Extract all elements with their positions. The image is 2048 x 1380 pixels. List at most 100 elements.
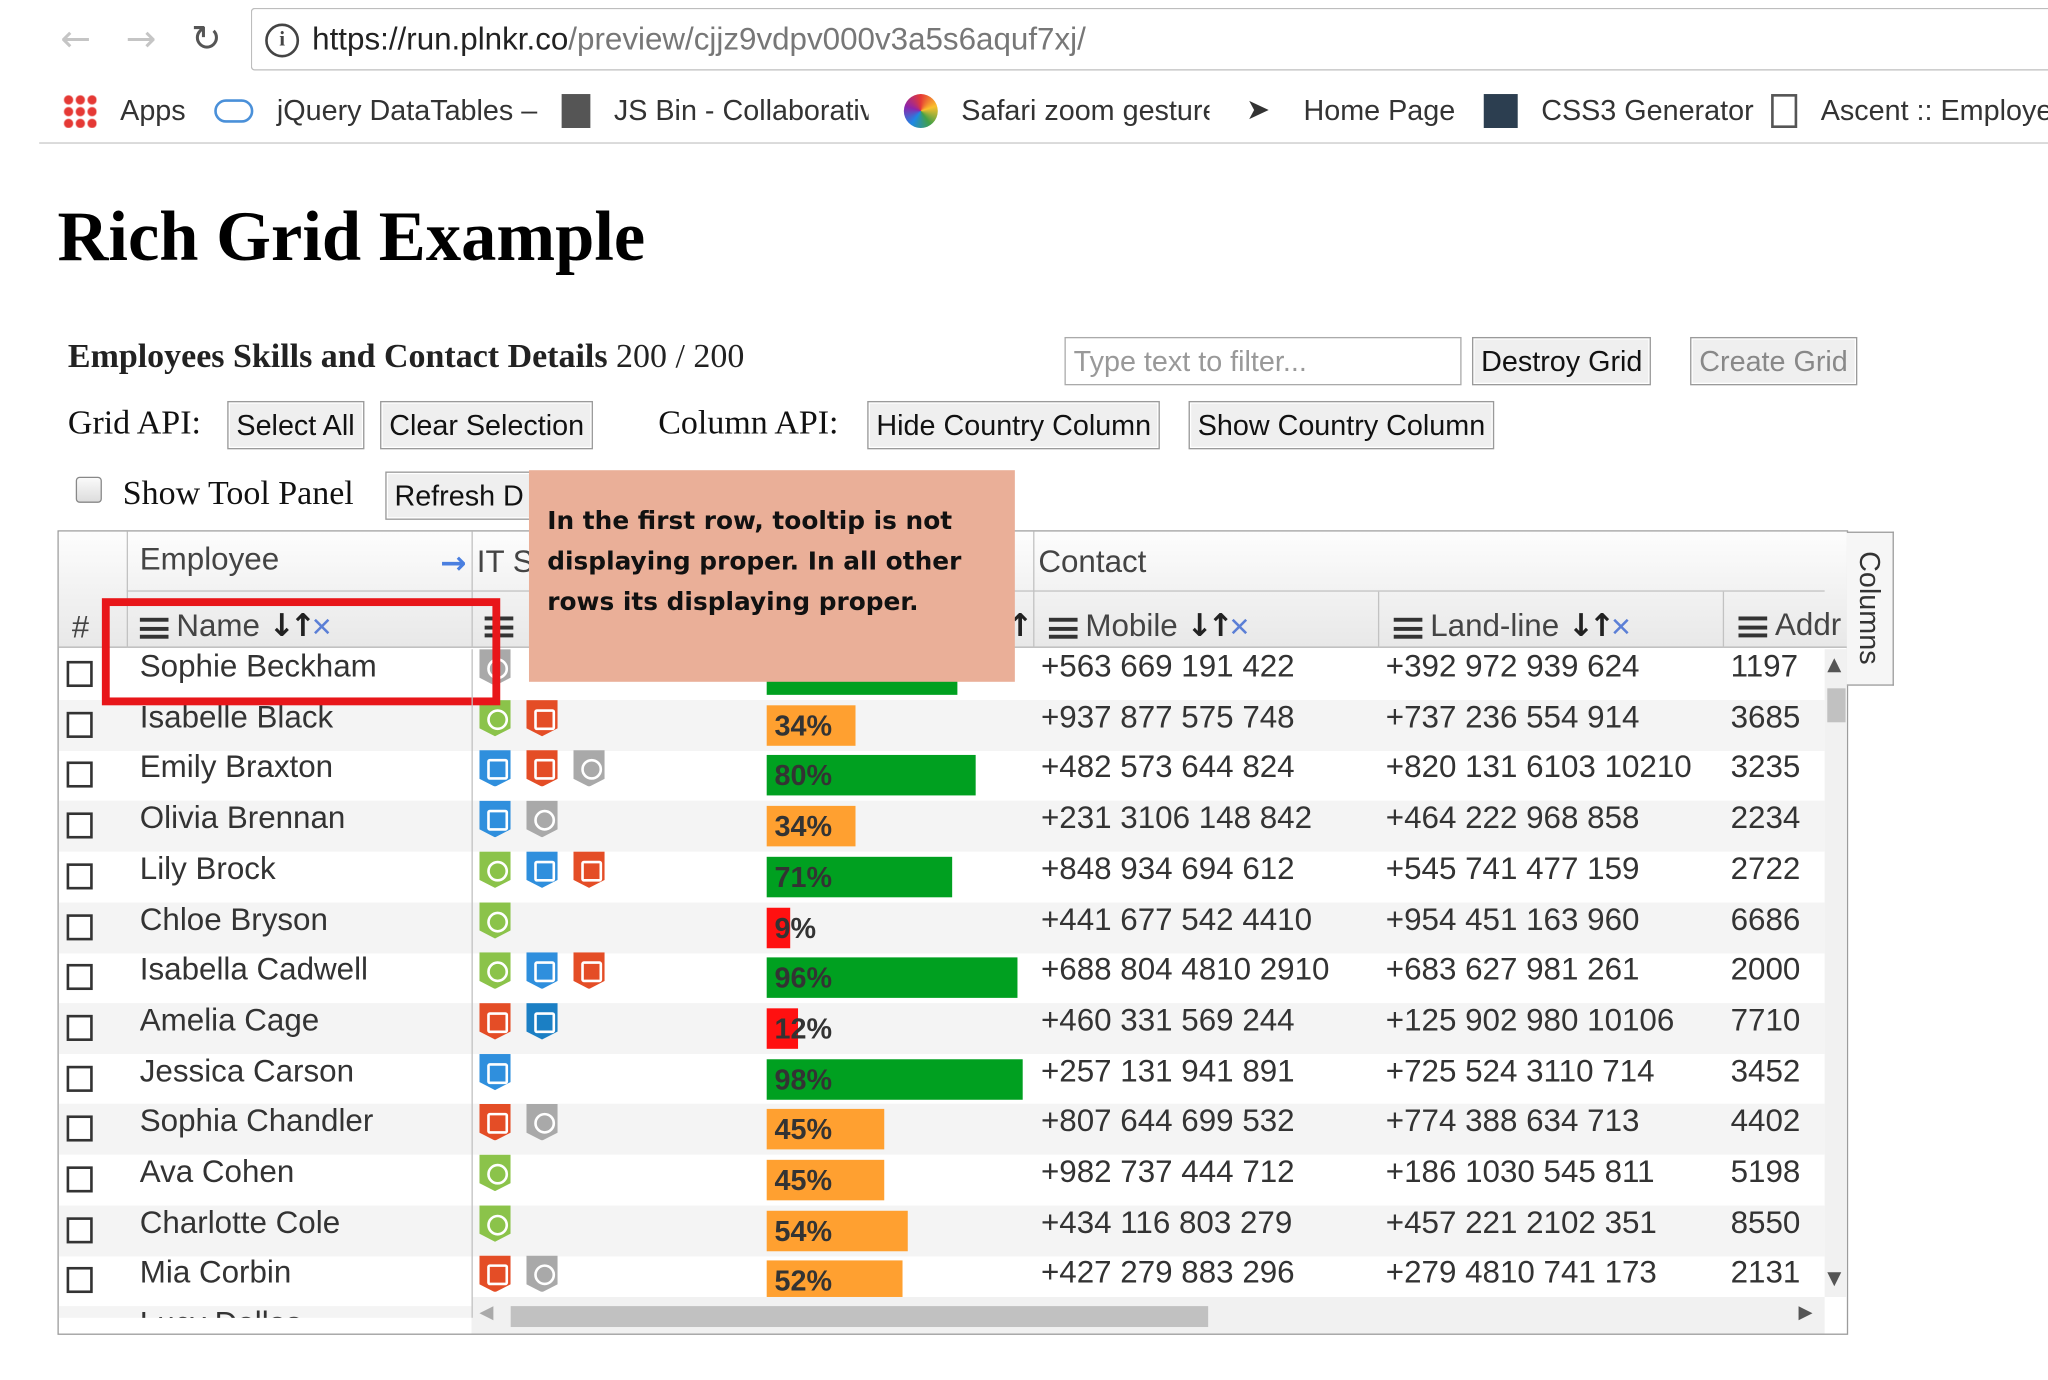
filter-input[interactable] <box>1064 336 1462 386</box>
proficiency-cell: 80% <box>761 750 1030 801</box>
colorwheel-icon <box>903 94 938 128</box>
scroll-down-icon[interactable]: ▼ <box>1827 1268 1841 1289</box>
remove-sort-icon[interactable]: ✕ <box>1229 611 1251 642</box>
column-menu-icon[interactable] <box>1738 616 1768 638</box>
remove-sort-icon[interactable]: ✕ <box>1610 611 1632 642</box>
header-landline-label: Land-line <box>1430 608 1560 644</box>
address-cell: 5198 <box>1730 1154 1801 1190</box>
bookmark-ascent[interactable]: Ascent :: Employee <box>1771 91 2048 130</box>
table-row[interactable]: Olivia Brennan 34% +231 3106 148 842 +464 2… <box>58 800 1825 852</box>
table-row[interactable]: Isabelle Black 34% +937 877 575 748 +737 23… <box>58 699 1825 751</box>
table-row[interactable]: Lily Brock 71% +848 934 694 612 +545 741 47… <box>59 851 1825 902</box>
name-cell: Chloe Bryson <box>139 901 328 938</box>
row-checkbox[interactable] <box>66 1216 93 1244</box>
table-row[interactable]: Ava Cohen 45% +982 737 444 712 +186 1030 54… <box>59 1154 1825 1206</box>
bookmark-jsbin[interactable]: JS Bin - Collaborative <box>561 91 869 130</box>
select-all-button[interactable]: Select All <box>227 400 364 450</box>
mobile-cell: +848 934 694 612 <box>1040 851 1295 887</box>
row-checkbox[interactable] <box>66 812 93 839</box>
table-row[interactable]: Sophia Chandler 45% +807 644 699 532 +774 3… <box>58 1104 1825 1155</box>
row-checkbox[interactable] <box>66 964 93 991</box>
table-row[interactable]: Isabella Cadwell 96% +688 804 4810 2910 +68… <box>59 952 1825 1003</box>
landline-cell: +545 741 477 159 <box>1385 851 1640 887</box>
refresh-data-button[interactable]: Refresh D <box>385 471 543 520</box>
scroll-up-icon[interactable]: ▲ <box>1827 654 1841 675</box>
bookmark-home[interactable]: ➤ Home Page <box>1246 91 1455 130</box>
create-grid-button[interactable]: Create Grid <box>1690 336 1857 386</box>
column-menu-icon[interactable] <box>1393 617 1423 639</box>
name-cell: Charlotte Cole <box>139 1205 341 1241</box>
destroy-grid-button[interactable]: Destroy Grid <box>1471 336 1652 386</box>
group-header-employee: Employee <box>139 542 280 578</box>
sort-icon[interactable]: ↓↑ <box>1568 607 1615 644</box>
proficiency-label: 96% <box>774 961 833 995</box>
horizontal-scrollbar[interactable]: ◀ ▶ <box>471 1296 1825 1334</box>
row-checkbox[interactable] <box>66 913 93 940</box>
columns-tool-panel-tab[interactable]: Columns <box>1846 531 1894 686</box>
reload-icon[interactable]: ↻ <box>185 16 227 63</box>
proficiency-label: 34% <box>774 809 833 843</box>
scroll-right-icon[interactable]: ▶ <box>1799 1302 1813 1323</box>
row-checkbox[interactable] <box>66 863 93 890</box>
header-mobile[interactable]: Mobile ↓↑✕ <box>1048 607 1251 645</box>
show-country-button[interactable]: Show Country Column <box>1188 400 1495 450</box>
landline-cell: +820 131 6103 10210 <box>1385 750 1692 786</box>
bookmark-css3[interactable]: CSS3 Generator <box>1483 91 1754 130</box>
info-icon[interactable]: i <box>265 23 300 58</box>
row-checkbox[interactable] <box>66 1014 93 1041</box>
scroll-thumb[interactable] <box>1827 688 1846 723</box>
row-checkbox[interactable] <box>66 761 93 789</box>
mobile-cell: +807 644 699 532 <box>1040 1104 1295 1140</box>
row-checkbox[interactable] <box>66 711 93 738</box>
css3-icon <box>479 750 511 787</box>
landline-cell: +457 221 2102 351 <box>1385 1205 1657 1241</box>
table-row[interactable]: Amelia Cage 12% +460 331 569 244 +125 902 9… <box>58 1002 1825 1054</box>
name-cell: Lucy Dallas <box>140 1306 467 1318</box>
header-landline[interactable]: Land-line ↓↑✕ <box>1393 607 1632 645</box>
show-tool-panel-checkbox[interactable] <box>75 476 102 503</box>
expand-arrow-icon[interactable]: → <box>440 545 466 582</box>
table-row[interactable]: Jessica Carson 98% +257 131 941 891 +725 52… <box>59 1053 1825 1105</box>
address-cell: 1197 <box>1730 649 1799 685</box>
bookmark-safari[interactable]: Safari zoom gesture <box>903 91 1209 130</box>
scroll-left-icon[interactable]: ◀ <box>479 1302 493 1323</box>
table-row[interactable]: Charlotte Cole 54% +434 116 803 279 +457 22… <box>58 1205 1825 1257</box>
skills-cell <box>479 1154 756 1206</box>
table-row[interactable]: Chloe Bryson 9% +441 677 542 4410 +954 451 … <box>58 901 1825 953</box>
css3-icon <box>526 851 558 888</box>
bookmark-label: JS Bin - Collaborative <box>613 94 869 127</box>
name-cell: Lily Brock <box>139 851 276 887</box>
vertical-scrollbar[interactable]: ▲ ▼ <box>1824 649 1847 1297</box>
mobile-cell: +482 573 644 824 <box>1040 750 1295 786</box>
row-checkbox[interactable] <box>66 1267 93 1294</box>
address-cell: 3235 <box>1730 750 1801 786</box>
address-bar[interactable]: i https://run.plnkr.co/preview/cjjz9vdpv… <box>250 7 2048 71</box>
bookmark-jquery[interactable]: jQuery DataTables – <box>214 91 537 130</box>
landline-cell: +125 902 980 10106 <box>1385 1002 1675 1039</box>
row-checkbox[interactable] <box>66 1166 93 1193</box>
row-checkbox[interactable] <box>66 1065 93 1092</box>
mac-icon <box>573 750 605 787</box>
bookmark-apps[interactable]: Apps <box>62 91 186 130</box>
hscroll-thumb[interactable] <box>510 1306 1209 1328</box>
header-address[interactable]: Addr <box>1738 607 1842 644</box>
annotation-note: In the first row, tooltip is not display… <box>528 470 1015 682</box>
back-arrow-icon[interactable]: ← <box>55 16 97 63</box>
hide-country-button[interactable]: Hide Country Column <box>867 400 1161 450</box>
address-cell: 2000 <box>1730 952 1801 988</box>
proficiency-label: 45% <box>774 1113 833 1146</box>
row-checkbox[interactable] <box>66 660 93 688</box>
name-cell: Emily Braxton <box>139 750 334 786</box>
mac-icon <box>526 1255 558 1293</box>
header-address-label: Addr <box>1775 607 1842 643</box>
sort-icon[interactable]: ↓↑ <box>1186 607 1233 644</box>
clear-selection-button[interactable]: Clear Selection <box>380 400 594 450</box>
row-checkbox[interactable] <box>66 1115 93 1142</box>
table-row[interactable]: Emily Braxton 80% +482 573 644 824 +820 131… <box>59 750 1825 801</box>
skills-cell <box>479 901 756 953</box>
mobile-cell: +688 804 4810 2910 <box>1040 952 1330 988</box>
forward-arrow-icon[interactable]: → <box>120 16 162 63</box>
grid-body: Sophie Beckham +563 669 191 422 +392 972 9… <box>58 649 1825 1318</box>
column-menu-icon[interactable] <box>1048 617 1078 639</box>
mobile-cell: +460 331 569 244 <box>1040 1002 1295 1039</box>
